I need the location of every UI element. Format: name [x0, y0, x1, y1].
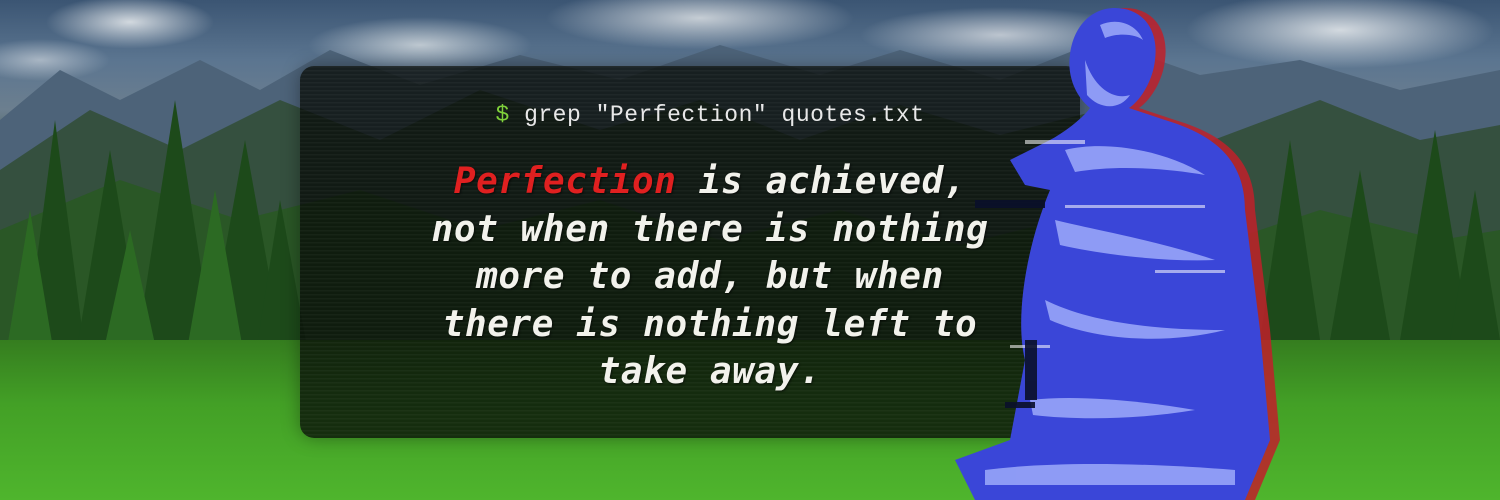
- banner-scene: $ grep "Perfection" quotes.txt Perfectio…: [0, 0, 1500, 500]
- philosopher-statue: [955, 8, 1280, 500]
- quote-highlight-word: Perfection: [453, 161, 677, 202]
- prompt-symbol: $: [495, 102, 510, 128]
- command-text: grep "Perfection" quotes.txt: [524, 102, 925, 128]
